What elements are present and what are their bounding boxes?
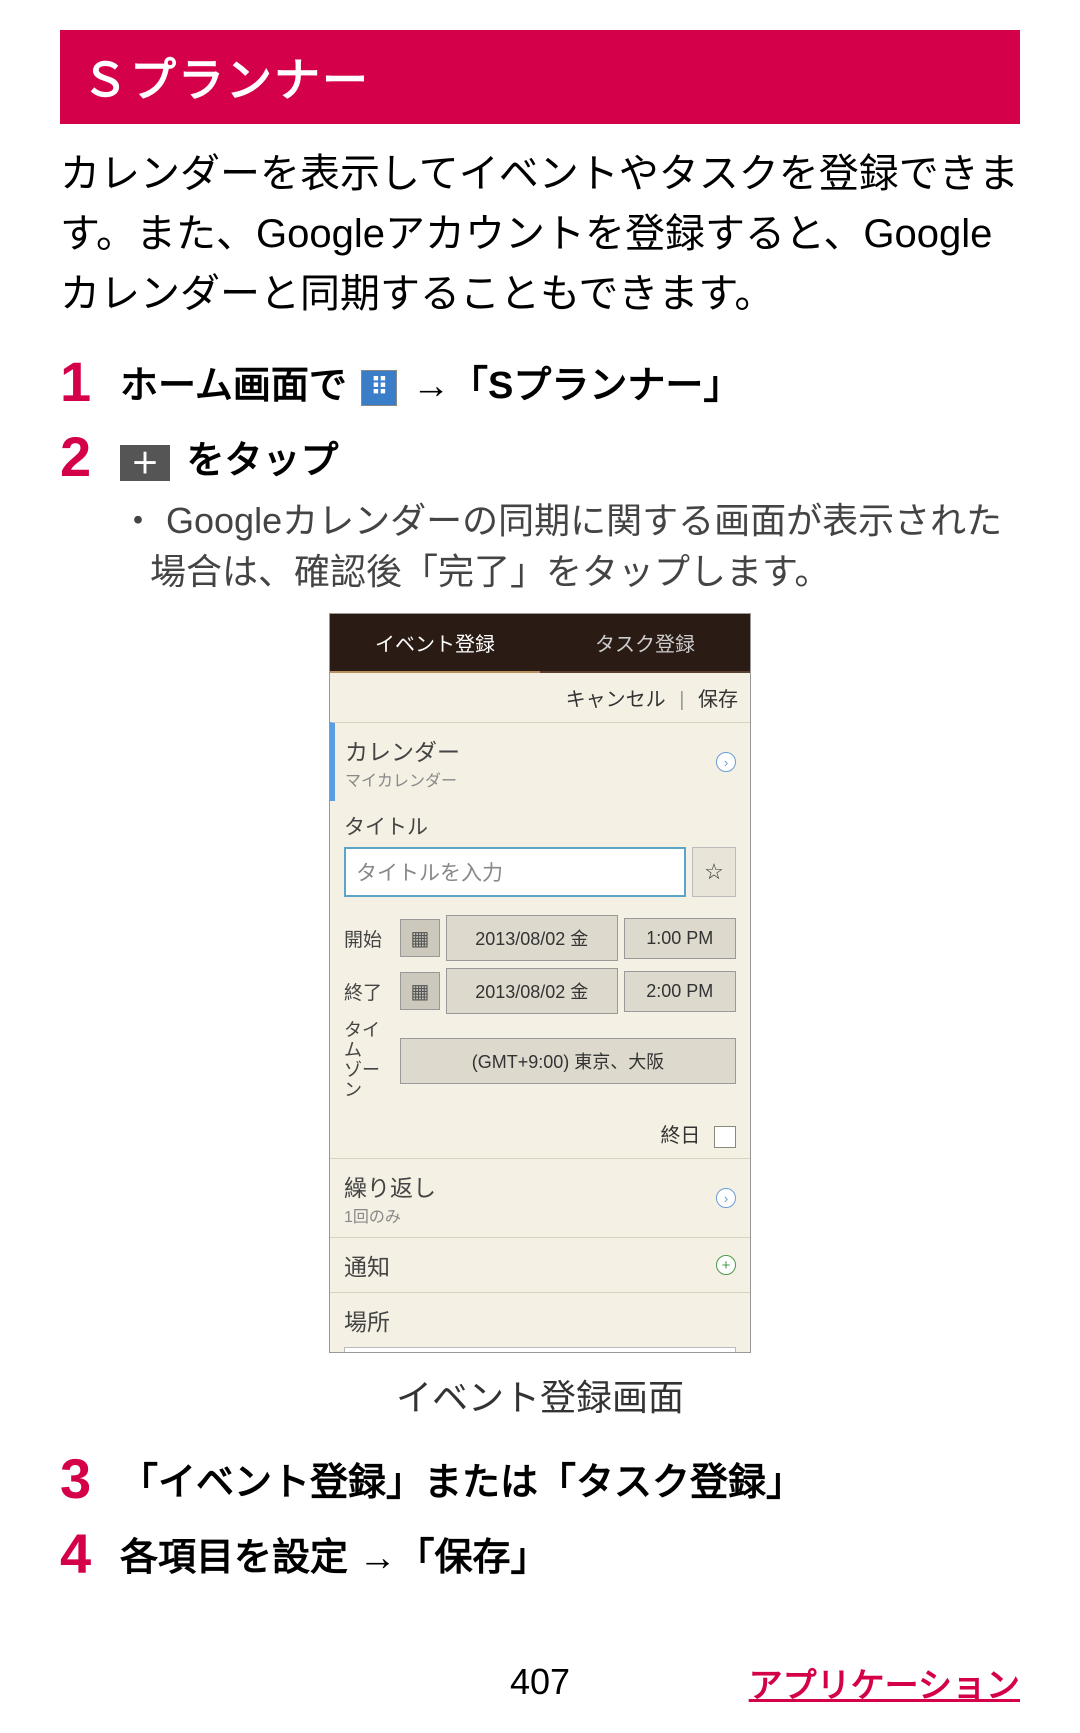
step1-pre: ホーム画面で: [120, 365, 357, 407]
step4-text: 各項目を設定 →「保存」: [120, 1526, 1020, 1585]
location-label: 場所: [344, 1303, 736, 1337]
start-label: 開始: [344, 925, 394, 952]
end-date-button[interactable]: 2013/08/02 金: [446, 968, 618, 1014]
notification-label: 通知: [344, 1248, 736, 1282]
end-time-button[interactable]: 2:00 PM: [624, 971, 736, 1012]
step-4: 4 各項目を設定 →「保存」: [60, 1526, 1020, 1585]
save-button[interactable]: 保存: [698, 689, 738, 711]
section-link-applications[interactable]: アプリケーション: [749, 1658, 1020, 1707]
step3-text: 「イベント登録」または「タスク登録」: [120, 1451, 1020, 1510]
screenshot-caption: イベント登録画面: [60, 1369, 1020, 1421]
tab-event-register[interactable]: イベント登録: [330, 614, 540, 673]
repeat-selector[interactable]: 繰り返し 1回のみ ›: [330, 1158, 750, 1237]
step-1: 1 ホーム画面で →「Sプランナー」: [60, 354, 1020, 413]
tab-task-register[interactable]: タスク登録: [540, 614, 750, 673]
step-number: 3: [60, 1451, 120, 1510]
calendar-icon[interactable]: [400, 919, 440, 957]
calendar-selector[interactable]: カレンダー マイカレンダー ›: [330, 722, 750, 801]
timezone-button[interactable]: (GMT+9:00) 東京、大阪: [400, 1038, 736, 1084]
calendar-value: マイカレンダー: [345, 767, 736, 791]
notification-row[interactable]: 通知 +: [330, 1237, 750, 1292]
allday-label: 終日: [660, 1125, 700, 1147]
step-number: 2: [60, 429, 120, 597]
cancel-button[interactable]: キャンセル: [566, 689, 666, 711]
calendar-label: カレンダー: [345, 733, 736, 767]
step2-note: ・ Googleカレンダーの同期に関する画面が表示された場合は、確認後「完了」を…: [120, 496, 1020, 597]
repeat-value: 1回のみ: [344, 1203, 736, 1227]
section-title: Ｓプランナー: [60, 30, 1020, 124]
step-3: 3 「イベント登録」または「タスク登録」: [60, 1451, 1020, 1510]
location-input[interactable]: 場所を入力: [344, 1347, 736, 1353]
divider: |: [679, 689, 684, 711]
apps-grid-icon: [361, 370, 397, 406]
repeat-label: 繰り返し: [344, 1169, 736, 1203]
step2-text: をタップ: [176, 440, 339, 482]
title-input[interactable]: タイトルを入力: [344, 847, 686, 897]
page-number: 407: [510, 1661, 570, 1703]
step-2: 2 ＋ をタップ ・ Googleカレンダーの同期に関する画面が表示された場合は…: [60, 429, 1020, 597]
end-label: 終了: [344, 978, 394, 1005]
event-register-screenshot: イベント登録 タスク登録 キャンセル | 保存 カレンダー マイカレンダー › …: [329, 613, 751, 1353]
start-time-button[interactable]: 1:00 PM: [624, 918, 736, 959]
allday-checkbox[interactable]: [714, 1126, 736, 1148]
intro-text: カレンダーを表示してイベントやタスクを登録できます。また、Googleアカウント…: [60, 144, 1020, 324]
step1-post: →「Sプランナー」: [401, 365, 741, 407]
plus-icon: ＋: [120, 445, 170, 481]
favorite-star-button[interactable]: ☆: [692, 847, 736, 897]
calendar-icon[interactable]: [400, 972, 440, 1010]
step-number: 4: [60, 1526, 120, 1585]
title-label: タイトル: [344, 811, 736, 841]
start-date-button[interactable]: 2013/08/02 金: [446, 915, 618, 961]
step-number: 1: [60, 354, 120, 413]
timezone-label: タイム ゾーン: [344, 1021, 394, 1100]
